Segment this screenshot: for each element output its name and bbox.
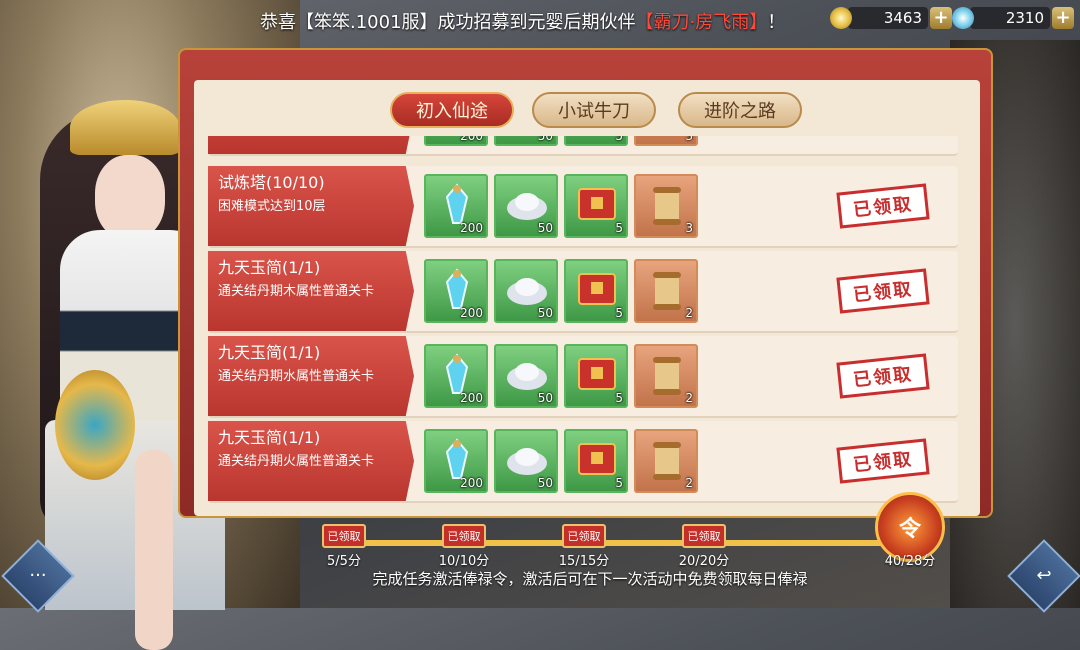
currency-gold: 3463 + bbox=[830, 6, 952, 30]
reward-item[interactable]: 3 bbox=[634, 174, 698, 238]
task-tabs: 初入仙途 小试牛刀 进阶之路 bbox=[194, 86, 980, 132]
milestone-label: 15/15分 bbox=[558, 554, 610, 569]
reward-item[interactable]: 50 bbox=[494, 429, 558, 493]
tab-beginner[interactable]: 初入仙途 bbox=[390, 92, 514, 128]
task-row: 九天玉简(1/1) 通关结丹期火属性普通关卡 200 50 5 2 已领取 bbox=[208, 421, 958, 503]
scroll-icon bbox=[644, 352, 690, 398]
milestone-badge: 已领取 bbox=[562, 524, 606, 548]
task-title: 九天玉简(1/1) bbox=[218, 258, 321, 277]
milestone-label: 5/5分 bbox=[327, 554, 361, 569]
milestone-label: 10/10分 bbox=[438, 554, 490, 569]
milestone-label: 20/20分 bbox=[678, 554, 730, 569]
reward-item[interactable]: 200 bbox=[424, 429, 488, 493]
scroll-icon bbox=[644, 182, 690, 228]
reward-item[interactable]: 2 bbox=[634, 429, 698, 493]
reward-item[interactable]: 2 bbox=[634, 344, 698, 408]
chat-icon: ··· bbox=[29, 565, 47, 586]
add-gem-button[interactable]: + bbox=[1052, 7, 1074, 29]
milestone[interactable]: 已领取 15/15分 bbox=[554, 524, 614, 569]
task-panel: 初入仙途 小试牛刀 进阶之路 200 50 5 3 试炼塔(10/10) 困难模… bbox=[194, 80, 980, 516]
gold-coin-icon bbox=[830, 7, 852, 29]
reward-item[interactable]: 5 bbox=[564, 344, 628, 408]
points-progress: 已领取 5/5分 已领取 10/10分 已领取 15/15分 已领取 20/20… bbox=[300, 524, 940, 572]
banner-highlight: 【霸刀·房飞雨】 bbox=[635, 12, 768, 33]
milestone-badge: 已领取 bbox=[682, 524, 726, 548]
task-title: 九天玉简(1/1) bbox=[218, 428, 321, 447]
red-book-icon bbox=[574, 182, 620, 228]
task-row: 九天玉简(1/1) 通关结丹期木属性普通关卡 200 50 5 2 已领取 bbox=[208, 251, 958, 333]
back-arrow-icon: ↩ bbox=[1036, 565, 1052, 586]
milestone[interactable]: 已领取 5/5分 bbox=[314, 524, 374, 569]
red-book-icon bbox=[574, 352, 620, 398]
scroll-icon bbox=[644, 437, 690, 483]
reward-item[interactable]: 2 bbox=[634, 259, 698, 323]
currency-gem: 2310 + bbox=[952, 6, 1074, 30]
task-list[interactable]: 200 50 5 3 试炼塔(10/10) 困难模式达到10层 200 50 5… bbox=[208, 136, 958, 516]
task-desc: 困难模式达到10层 bbox=[218, 199, 326, 214]
reward-item[interactable]: 5 bbox=[564, 174, 628, 238]
reward-item[interactable]: 200 bbox=[424, 174, 488, 238]
tab-advanced[interactable]: 进阶之路 bbox=[678, 92, 802, 128]
milestone[interactable]: 已领取 20/20分 bbox=[674, 524, 734, 569]
milestone-badge: 已领取 bbox=[442, 524, 486, 548]
footer-tip: 完成任务激活俸禄令，激活后可在下一次活动中免费领取每日俸禄 bbox=[372, 570, 808, 588]
banner-text: 恭喜【笨笨.1001服】成功招募到元婴后期伙伴 bbox=[260, 12, 636, 33]
claimed-stamp: 已领取 bbox=[836, 268, 930, 314]
reward-item[interactable]: 5 bbox=[564, 259, 628, 323]
task-row: 试炼塔(10/10) 困难模式达到10层 200 50 5 3 已领取 bbox=[208, 166, 958, 248]
reward-item[interactable]: 50 bbox=[494, 259, 558, 323]
task-row-partial: 200 50 5 3 bbox=[208, 136, 958, 156]
gold-amount: 3463 bbox=[848, 7, 928, 29]
reward-item[interactable]: 50 bbox=[494, 344, 558, 408]
reward-item[interactable]: 5 bbox=[564, 429, 628, 493]
task-title: 九天玉简(1/1) bbox=[218, 343, 321, 362]
claimed-stamp: 已领取 bbox=[836, 438, 930, 484]
banner-suffix: ！ bbox=[767, 12, 786, 33]
task-title: 试炼塔(10/10) bbox=[218, 173, 325, 192]
crystal-gem-icon bbox=[952, 7, 974, 29]
claimed-stamp: 已领取 bbox=[836, 353, 930, 399]
reward-item[interactable]: 200 bbox=[424, 344, 488, 408]
task-row: 九天玉简(1/1) 通关结丹期水属性普通关卡 200 50 5 2 已领取 bbox=[208, 336, 958, 418]
task-desc: 通关结丹期木属性普通关卡 bbox=[218, 284, 375, 299]
add-gold-button[interactable]: + bbox=[930, 7, 952, 29]
task-desc: 通关结丹期火属性普通关卡 bbox=[218, 454, 375, 469]
announcement-banner: 恭喜【笨笨.1001服】成功招募到元婴后期伙伴 【霸刀·房飞雨】 ！ bbox=[260, 6, 820, 36]
reward-item[interactable]: 50 bbox=[494, 174, 558, 238]
progress-fill bbox=[330, 540, 910, 546]
milestone[interactable]: 已领取 10/10分 bbox=[434, 524, 494, 569]
red-book-icon bbox=[574, 267, 620, 313]
gem-amount: 2310 bbox=[970, 7, 1050, 29]
reward-item[interactable]: 200 bbox=[424, 259, 488, 323]
milestone-badge: 已领取 bbox=[322, 524, 366, 548]
task-desc: 通关结丹期水属性普通关卡 bbox=[218, 369, 375, 384]
claimed-stamp: 已领取 bbox=[836, 183, 930, 229]
red-book-icon bbox=[574, 437, 620, 483]
scroll-icon bbox=[644, 267, 690, 313]
tab-trial[interactable]: 小试牛刀 bbox=[532, 92, 656, 128]
token-points-label: 40/28分 bbox=[884, 554, 936, 569]
